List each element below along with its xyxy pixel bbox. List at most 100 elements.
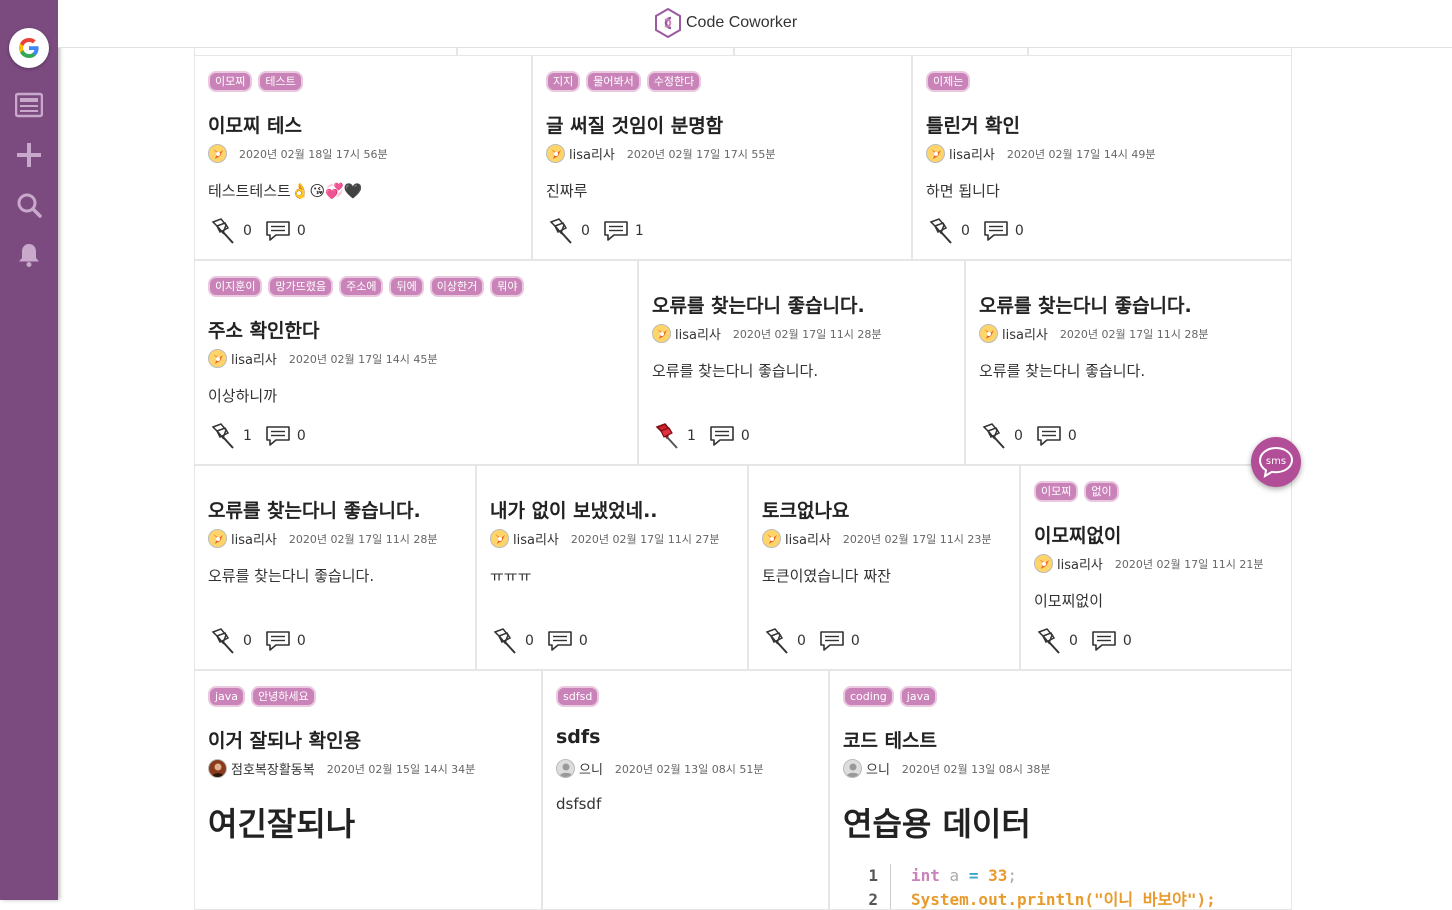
pin-icon (929, 218, 952, 244)
tag-chip[interactable]: 지지 (546, 71, 581, 92)
notifications-button[interactable] (9, 235, 49, 275)
post-card[interactable]: 이지훈이 망가뜨렸음 주소에 뒤에 이상한거 뭐야 주소 확인한다 lisa리사 2020년 0… (194, 260, 638, 465)
pin-button[interactable] (1034, 626, 1064, 656)
user-avatar[interactable] (843, 759, 862, 778)
tag-chip[interactable]: 뒤에 (389, 276, 424, 297)
user-avatar[interactable] (652, 324, 671, 343)
tag-chip[interactable]: 안녕하세요 (251, 686, 316, 707)
google-login-button[interactable] (9, 28, 49, 68)
tag-chip[interactable]: 이모찌 (1034, 481, 1079, 502)
tag-chip[interactable]: coding (843, 686, 894, 707)
user-avatar[interactable] (208, 759, 227, 778)
author-name[interactable]: 점호복장활동복 (231, 759, 315, 778)
user-avatar[interactable] (208, 349, 227, 368)
tag-chip[interactable]: 이지훈이 (208, 276, 263, 297)
post-title[interactable]: sdfs (556, 726, 601, 748)
comment-button[interactable] (1090, 630, 1118, 652)
post-title[interactable]: 내가 없이 보냈었네.. (490, 496, 658, 523)
user-avatar[interactable] (208, 529, 227, 548)
user-avatar[interactable] (546, 144, 565, 163)
search-button[interactable] (9, 185, 49, 225)
post-title[interactable]: 글 써질 것임이 분명함 (546, 111, 723, 138)
comment-button[interactable] (1035, 425, 1063, 447)
post-title[interactable]: 오류를 찾는다니 좋습니다. (652, 291, 865, 318)
post-title[interactable]: 이거 잘되나 확인용 (208, 726, 361, 753)
post-title[interactable]: 틀린거 확인 (926, 111, 1020, 138)
user-avatar[interactable] (208, 144, 227, 163)
post-card[interactable]: 오류를 찾는다니 좋습니다. lisa리사 2020년 02월 17일 11시 28… (638, 260, 965, 465)
post-title[interactable]: 오류를 찾는다니 좋습니다. (208, 496, 421, 523)
post-card[interactable]: 지지 물어봐서 수정한다 글 써질 것임이 분명함 lisa리사 2020년 02월 17… (532, 55, 912, 260)
feed-button[interactable] (9, 85, 49, 125)
pin-button[interactable] (926, 216, 956, 246)
tag-chip[interactable]: 수정한다 (646, 71, 702, 92)
pin-button[interactable] (762, 626, 792, 656)
pin-button[interactable] (208, 626, 238, 656)
post-title[interactable]: 이모찌없이 (1034, 521, 1121, 548)
post-title[interactable]: 코드 테스트 (843, 726, 937, 753)
tag-chip[interactable]: 없이 (1084, 481, 1119, 502)
post-meta: lisa리사 2020년 02월 17일 11시 27분 (490, 529, 719, 548)
author-name[interactable]: lisa리사 (675, 324, 721, 343)
tag-chip[interactable]: 망가뜨렸음 (268, 276, 334, 297)
tag-chip[interactable]: 이모찌 (208, 71, 253, 92)
post-card[interactable]: 오류를 찾는다니 좋습니다. lisa리사 2020년 02월 17일 11시 28… (194, 465, 476, 670)
post-card[interactable]: coding java 코드 테스트 으니 2020년 02월 13일 08시 38분 연… (829, 670, 1292, 910)
user-avatar[interactable] (926, 144, 945, 163)
post-card[interactable]: 내가 없이 보냈었네.. lisa리사 2020년 02월 17일 11시 27분 ㅠ… (476, 465, 748, 670)
brand-logo[interactable]: Code Coworker (653, 8, 797, 38)
comment-button[interactable] (264, 220, 292, 242)
post-title[interactable]: 이모찌 테스 (208, 111, 302, 138)
post-card[interactable]: 토크없나요 lisa리사 2020년 02월 17일 11시 23분 토큰이였습니다 … (748, 465, 1020, 670)
post-card[interactable]: sdfsd sdfs 으니 2020년 02월 13일 08시 51분 dsfsdf (542, 670, 829, 910)
pin-count: 0 (581, 223, 590, 239)
post-card[interactable]: 이모찌 테스트 이모찌 테스 2020년 02월 18일 17시 56분 테스트테스트👌… (194, 55, 532, 260)
comment-button[interactable] (264, 425, 292, 447)
pin-button[interactable] (490, 626, 520, 656)
tag-chip[interactable]: java (208, 686, 246, 707)
user-avatar[interactable] (1034, 554, 1053, 573)
post-card[interactable]: 이제는 틀린거 확인 lisa리사 2020년 02월 17일 14시 49분 하면 됩… (912, 55, 1292, 260)
user-avatar[interactable] (556, 759, 575, 778)
post-card[interactable]: 이모찌 없이 이모찌없이 lisa리사 2020년 02월 17일 11시 21분 이모찌… (1020, 465, 1292, 670)
author-name[interactable]: lisa리사 (785, 529, 831, 548)
comment-button[interactable] (264, 630, 292, 652)
tag-chip[interactable]: 뭐야 (490, 276, 525, 297)
post-title[interactable]: 오류를 찾는다니 좋습니다. (979, 291, 1192, 318)
tag-chip[interactable]: 주소에 (339, 276, 384, 297)
author-name[interactable]: 으니 (866, 759, 890, 778)
comment-button[interactable] (818, 630, 846, 652)
tag-chip[interactable]: java (899, 686, 937, 707)
comment-button[interactable] (982, 220, 1010, 242)
tag-chip[interactable]: sdfsd (556, 686, 600, 707)
pin-button[interactable] (652, 421, 682, 451)
user-avatar[interactable] (490, 529, 509, 548)
author-name[interactable]: lisa리사 (513, 529, 559, 548)
pin-button[interactable] (546, 216, 576, 246)
pin-button[interactable] (208, 216, 238, 246)
post-title[interactable]: 주소 확인한다 (208, 316, 320, 343)
author-name[interactable]: lisa리사 (1057, 554, 1103, 573)
user-avatar[interactable] (979, 324, 998, 343)
post-card[interactable]: java 안녕하세요 이거 잘되나 확인용 점호복장활동복 2020년 02월 15일 … (194, 670, 542, 910)
author-name[interactable]: lisa리사 (569, 144, 615, 163)
author-name[interactable]: 으니 (579, 759, 603, 778)
comment-button[interactable] (602, 220, 630, 242)
tag-chip[interactable]: 물어봐서 (586, 71, 641, 92)
author-name[interactable]: lisa리사 (231, 529, 277, 548)
pin-button[interactable] (208, 421, 238, 451)
post-title[interactable]: 토크없나요 (762, 496, 849, 523)
comment-button[interactable] (546, 630, 574, 652)
sms-chat-button[interactable]: sms (1251, 437, 1301, 487)
author-name[interactable]: lisa리사 (1002, 324, 1048, 343)
tag-chip[interactable]: 테스트 (258, 71, 303, 92)
post-card[interactable]: 오류를 찾는다니 좋습니다. lisa리사 2020년 02월 17일 11시 28… (965, 260, 1292, 465)
user-avatar[interactable] (762, 529, 781, 548)
author-name[interactable]: lisa리사 (949, 144, 995, 163)
new-post-button[interactable] (9, 135, 49, 175)
tag-chip[interactable]: 이제는 (926, 71, 971, 92)
tag-chip[interactable]: 이상한거 (429, 276, 485, 297)
pin-button[interactable] (979, 421, 1009, 451)
author-name[interactable]: lisa리사 (231, 349, 277, 368)
comment-button[interactable] (708, 425, 736, 447)
